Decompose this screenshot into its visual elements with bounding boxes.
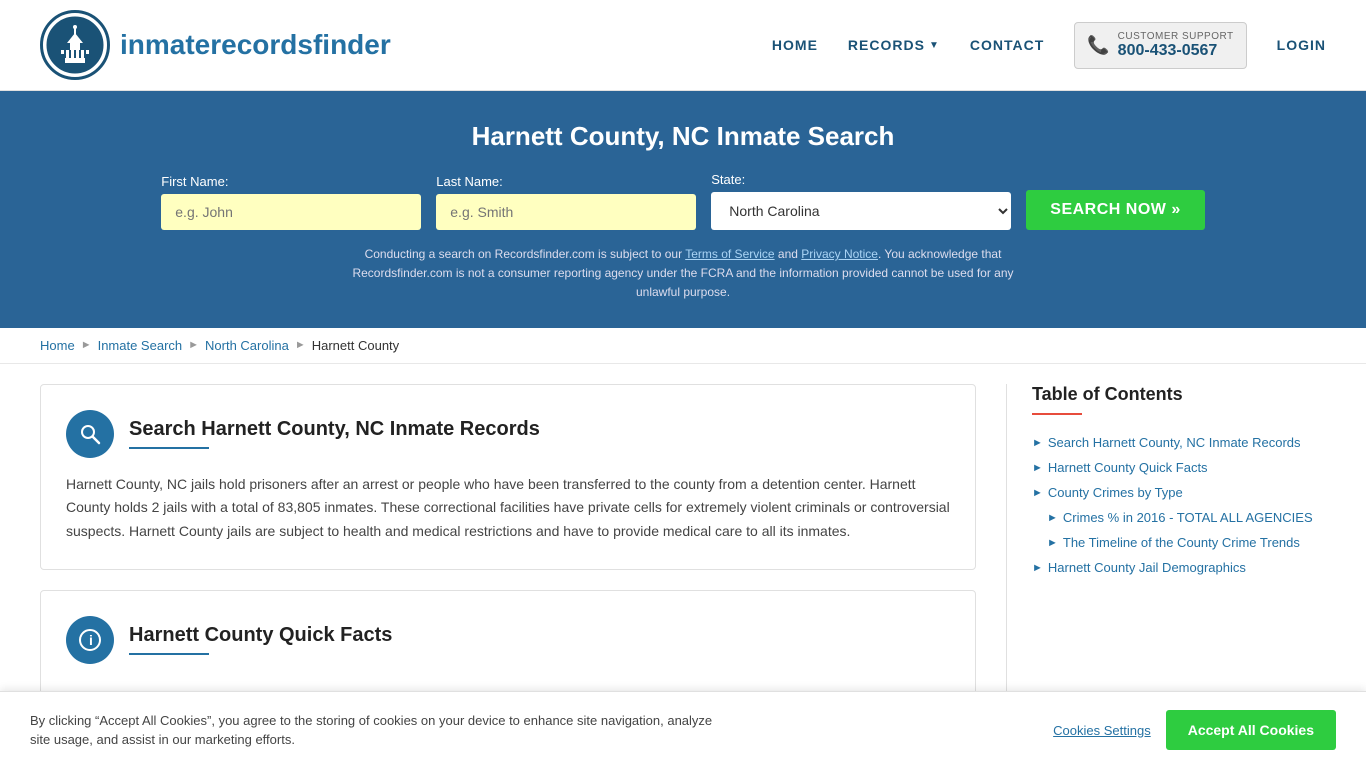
toc-list: ► Search Harnett County, NC Inmate Recor… — [1032, 430, 1326, 580]
arrow-icon-1: ► — [1032, 437, 1043, 449]
breadcrumb-current: Harnett County — [312, 338, 399, 353]
page-title: Harnett County, NC Inmate Search — [40, 121, 1326, 152]
login-button[interactable]: LOGIN — [1277, 37, 1326, 53]
svg-text:i: i — [89, 632, 93, 648]
section-inmate-records: Search Harnett County, NC Inmate Records… — [40, 384, 976, 570]
hero-section: Harnett County, NC Inmate Search First N… — [0, 91, 1366, 328]
privacy-link[interactable]: Privacy Notice — [801, 247, 878, 261]
main-content: Search Harnett County, NC Inmate Records… — [0, 364, 1366, 715]
state-label: State: — [711, 172, 745, 187]
breadcrumb-sep-1: ► — [81, 339, 92, 351]
nav-records[interactable]: RECORDS ▼ — [848, 37, 940, 53]
search-icon-circle — [66, 410, 114, 458]
breadcrumb-north-carolina[interactable]: North Carolina — [205, 338, 289, 353]
toc-link-3[interactable]: ► County Crimes by Type — [1032, 485, 1326, 500]
arrow-icon-3: ► — [1032, 487, 1043, 499]
cookie-text: By clicking “Accept All Cookies”, you ag… — [30, 711, 730, 750]
toc-link-2[interactable]: ► Harnett County Quick Facts — [1032, 460, 1326, 475]
nav-contact[interactable]: CONTACT — [970, 37, 1044, 53]
header: inmaterecordsfinder HOME RECORDS ▼ CONTA… — [0, 0, 1366, 91]
nav-home[interactable]: HOME — [772, 37, 818, 53]
first-name-group: First Name: — [161, 174, 421, 230]
last-name-group: Last Name: — [436, 174, 696, 230]
toc-item-2: ► Harnett County Quick Facts — [1032, 455, 1326, 480]
main-nav: HOME RECORDS ▼ CONTACT 📞 CUSTOMER SUPPOR… — [772, 22, 1326, 69]
search-form: First Name: Last Name: State: North Caro… — [40, 172, 1326, 230]
customer-support-area[interactable]: 📞 CUSTOMER SUPPORT 800-433-0567 — [1074, 22, 1246, 69]
toc-link-5[interactable]: ► The Timeline of the County Crime Trend… — [1047, 535, 1326, 550]
toc-link-6[interactable]: ► Harnett County Jail Demographics — [1032, 560, 1326, 575]
toc-link-4[interactable]: ► Crimes % in 2016 - TOTAL ALL AGENCIES — [1047, 510, 1326, 525]
cookie-settings-button[interactable]: Cookies Settings — [1053, 723, 1151, 738]
last-name-input[interactable] — [436, 194, 696, 230]
phone-icon: 📞 — [1087, 35, 1109, 56]
section-text-1: Harnett County, NC jails hold prisoners … — [66, 473, 950, 544]
first-name-input[interactable] — [161, 194, 421, 230]
section-title-2: Harnett County Quick Facts — [129, 624, 392, 647]
first-name-label: First Name: — [161, 174, 228, 189]
last-name-label: Last Name: — [436, 174, 502, 189]
cookie-actions: Cookies Settings Accept All Cookies — [1053, 710, 1336, 750]
section-title-underline-2 — [129, 653, 209, 655]
toc-item-1: ► Search Harnett County, NC Inmate Recor… — [1032, 430, 1326, 455]
section-header-1: Search Harnett County, NC Inmate Records — [66, 410, 950, 458]
state-group: State: North Carolina — [711, 172, 1011, 230]
toc-item-6: ► Harnett County Jail Demographics — [1032, 555, 1326, 580]
logo-text: inmaterecordsfinder — [120, 29, 391, 61]
cookie-banner: By clicking “Accept All Cookies”, you ag… — [0, 691, 1366, 768]
terms-link[interactable]: Terms of Service — [685, 247, 774, 261]
search-button[interactable]: SEARCH NOW » — [1026, 190, 1204, 230]
toc-item-3: ► County Crimes by Type — [1032, 480, 1326, 505]
arrow-icon-5: ► — [1047, 537, 1058, 549]
breadcrumb-home[interactable]: Home — [40, 338, 75, 353]
cookie-accept-button[interactable]: Accept All Cookies — [1166, 710, 1336, 750]
breadcrumb-inmate-search[interactable]: Inmate Search — [98, 338, 183, 353]
arrow-icon-4: ► — [1047, 512, 1058, 524]
section-header-2: i Harnett County Quick Facts — [66, 616, 950, 664]
hero-disclaimer: Conducting a search on Recordsfinder.com… — [333, 245, 1033, 303]
arrow-icon-6: ► — [1032, 562, 1043, 574]
toc-item-4: ► Crimes % in 2016 - TOTAL ALL AGENCIES — [1032, 505, 1326, 530]
section-title-1: Search Harnett County, NC Inmate Records — [129, 418, 540, 441]
breadcrumb-sep-2: ► — [188, 339, 199, 351]
section-quick-facts: i Harnett County Quick Facts — [40, 590, 976, 695]
toc-title: Table of Contents — [1032, 384, 1326, 405]
search-icon — [78, 422, 102, 446]
arrow-icon-2: ► — [1032, 462, 1043, 474]
state-select[interactable]: North Carolina — [711, 192, 1011, 230]
toc-item-5: ► The Timeline of the County Crime Trend… — [1032, 530, 1326, 555]
support-phone: 800-433-0567 — [1118, 42, 1234, 60]
section-title-underline-1 — [129, 447, 209, 449]
logo-area: inmaterecordsfinder — [40, 10, 391, 80]
chevron-down-icon: ▼ — [929, 40, 940, 51]
info-icon-circle: i — [66, 616, 114, 664]
breadcrumb-sep-3: ► — [295, 339, 306, 351]
content-right: Table of Contents ► Search Harnett Count… — [1006, 384, 1326, 695]
content-left: Search Harnett County, NC Inmate Records… — [40, 384, 1006, 695]
toc-underline — [1032, 413, 1082, 415]
support-label: CUSTOMER SUPPORT — [1118, 31, 1234, 42]
toc-link-1[interactable]: ► Search Harnett County, NC Inmate Recor… — [1032, 435, 1326, 450]
info-icon: i — [78, 628, 102, 652]
logo-icon — [40, 10, 110, 80]
breadcrumb: Home ► Inmate Search ► North Carolina ► … — [0, 328, 1366, 364]
